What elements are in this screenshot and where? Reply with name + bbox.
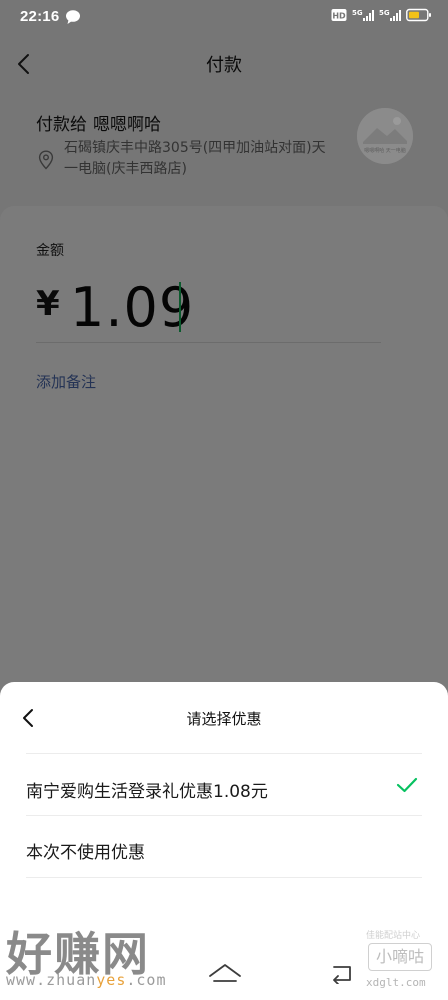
merchant-info: 付款给 嗯嗯啊哈 石碣镇庆丰中路305号(四甲加油站对面)天一电脑(庆丰西路店) … bbox=[0, 92, 448, 208]
watermark-zhuanyes: 好赚网 www.zhuanyes.com bbox=[4, 918, 194, 994]
sheet-divider bbox=[26, 877, 422, 878]
signal-5g-icon-2: 5G bbox=[379, 9, 401, 21]
no-discount-option-label: 本次不使用优惠 bbox=[26, 843, 145, 863]
status-icons: HD 5G 5G bbox=[331, 8, 432, 22]
text-cursor bbox=[179, 282, 181, 332]
status-bar: 22:16 HD 5G 5G bbox=[0, 0, 448, 36]
watermark-right-top: 佳能配站中心 bbox=[366, 931, 421, 941]
amount-label: 金额 bbox=[36, 243, 64, 259]
watermark-xdglt: 佳能配站中心 小嘀咕 xdglt.com bbox=[362, 928, 442, 994]
svg-text:5G: 5G bbox=[379, 9, 390, 17]
nav-header: 付款 bbox=[0, 36, 448, 92]
page-title: 付款 bbox=[206, 55, 242, 76]
signal-5g-icon-1: 5G bbox=[352, 9, 374, 21]
merchant-avatar: 嗯嗯啊哈 天一电脑 bbox=[357, 108, 413, 164]
amount-input[interactable]: ¥ 1.09 bbox=[36, 272, 381, 343]
pay-to-prefix: 付款给 bbox=[36, 115, 87, 135]
status-time: 22:16 bbox=[20, 8, 60, 25]
avatar-image-icon bbox=[357, 108, 413, 164]
battery-icon bbox=[406, 8, 431, 22]
merchant-name: 付款给 嗯嗯啊哈 bbox=[36, 110, 161, 135]
currency-symbol: ¥ bbox=[36, 284, 60, 324]
watermark-right-url: xdglt.com bbox=[366, 976, 426, 989]
watermark-right-brand: 小嘀咕 bbox=[368, 943, 432, 971]
add-remark-link[interactable]: 添加备注 bbox=[36, 371, 96, 392]
discount-option-row[interactable]: 南宁爱购生活登录礼优惠1.08元 bbox=[26, 756, 422, 816]
discount-option-label: 南宁爱购生活登录礼优惠1.08元 bbox=[26, 782, 268, 802]
no-discount-option-row[interactable]: 本次不使用优惠 bbox=[26, 817, 422, 877]
back-nav-icon[interactable] bbox=[330, 962, 356, 984]
avatar-caption: 嗯嗯啊哈 天一电脑 bbox=[364, 148, 406, 154]
sheet-title: 请选择优惠 bbox=[186, 710, 262, 728]
watermark-url: www.zhuanyes.com bbox=[6, 971, 167, 989]
checkmark-icon bbox=[396, 777, 418, 793]
sheet-divider bbox=[26, 753, 422, 754]
chat-bubble-icon bbox=[66, 10, 80, 24]
svg-text:HD: HD bbox=[332, 12, 346, 21]
merchant-address: 石碣镇庆丰中路305号(四甲加油站对面)天一电脑(庆丰西路店) bbox=[64, 140, 326, 177]
home-icon[interactable] bbox=[208, 962, 242, 984]
location-pin-icon bbox=[38, 150, 54, 170]
merchant-name-text: 嗯嗯啊哈 bbox=[93, 115, 161, 135]
svg-text:5G: 5G bbox=[352, 9, 363, 17]
hd-badge-icon: HD bbox=[331, 9, 347, 21]
amount-value: 1.09 bbox=[70, 276, 195, 339]
sheet-divider bbox=[26, 815, 422, 816]
